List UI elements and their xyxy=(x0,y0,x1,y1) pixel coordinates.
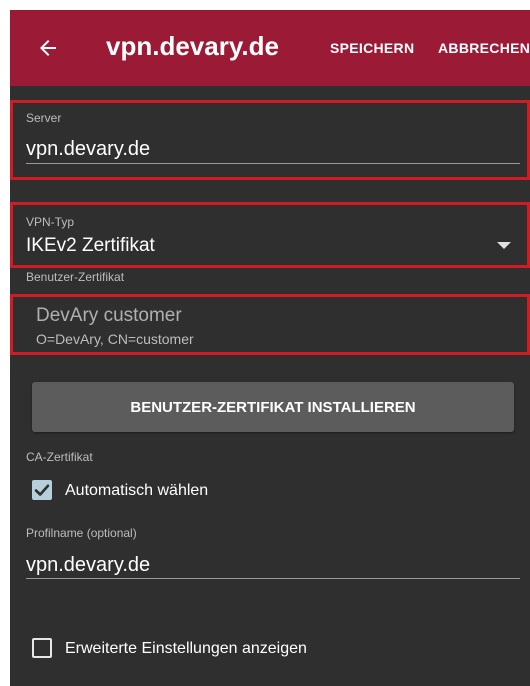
back-button[interactable] xyxy=(30,30,66,66)
auto-select-label[interactable]: Automatisch wählen xyxy=(65,482,208,500)
page-title: vpn.devary.de xyxy=(106,31,279,61)
server-input[interactable]: vpn.devary.de xyxy=(26,138,150,161)
auto-select-checkbox[interactable] xyxy=(32,480,52,500)
install-user-certificate-button[interactable]: BENUTZER-ZERTIFIKAT INSTALLIEREN xyxy=(32,382,514,432)
advanced-settings-checkbox[interactable] xyxy=(32,638,52,658)
profile-name-input-underline xyxy=(26,578,520,579)
server-input-underline xyxy=(26,163,520,164)
profile-name-input[interactable]: vpn.devary.de xyxy=(26,554,150,577)
vpn-type-select[interactable]: IKEv2 Zertifikat xyxy=(26,235,155,257)
vpn-type-label: VPN-Typ xyxy=(26,215,75,229)
app-bar: vpn.devary.de SPEICHERN ABBRECHEN xyxy=(10,10,530,86)
dropdown-arrow-icon[interactable] xyxy=(497,242,511,249)
server-label: Server xyxy=(26,111,62,125)
checkmark-icon xyxy=(34,484,50,496)
vpn-profile-screen: vpn.devary.de SPEICHERN ABBRECHEN Server… xyxy=(10,10,530,686)
advanced-settings-label[interactable]: Erweiterte Einstellungen anzeigen xyxy=(65,640,307,658)
arrow-left-icon xyxy=(40,40,56,56)
user-certificate-name[interactable]: DevAry customer xyxy=(36,305,182,327)
cancel-button[interactable]: ABBRECHEN xyxy=(438,40,530,56)
ca-certificate-label: CA-Zertifikat xyxy=(26,450,93,464)
user-certificate-label: Benutzer-Zertifikat xyxy=(26,270,125,284)
user-certificate-subject: O=DevAry, CN=customer xyxy=(36,331,194,347)
profile-name-label: Profilname (optional) xyxy=(26,526,137,540)
save-button[interactable]: SPEICHERN xyxy=(330,40,414,56)
